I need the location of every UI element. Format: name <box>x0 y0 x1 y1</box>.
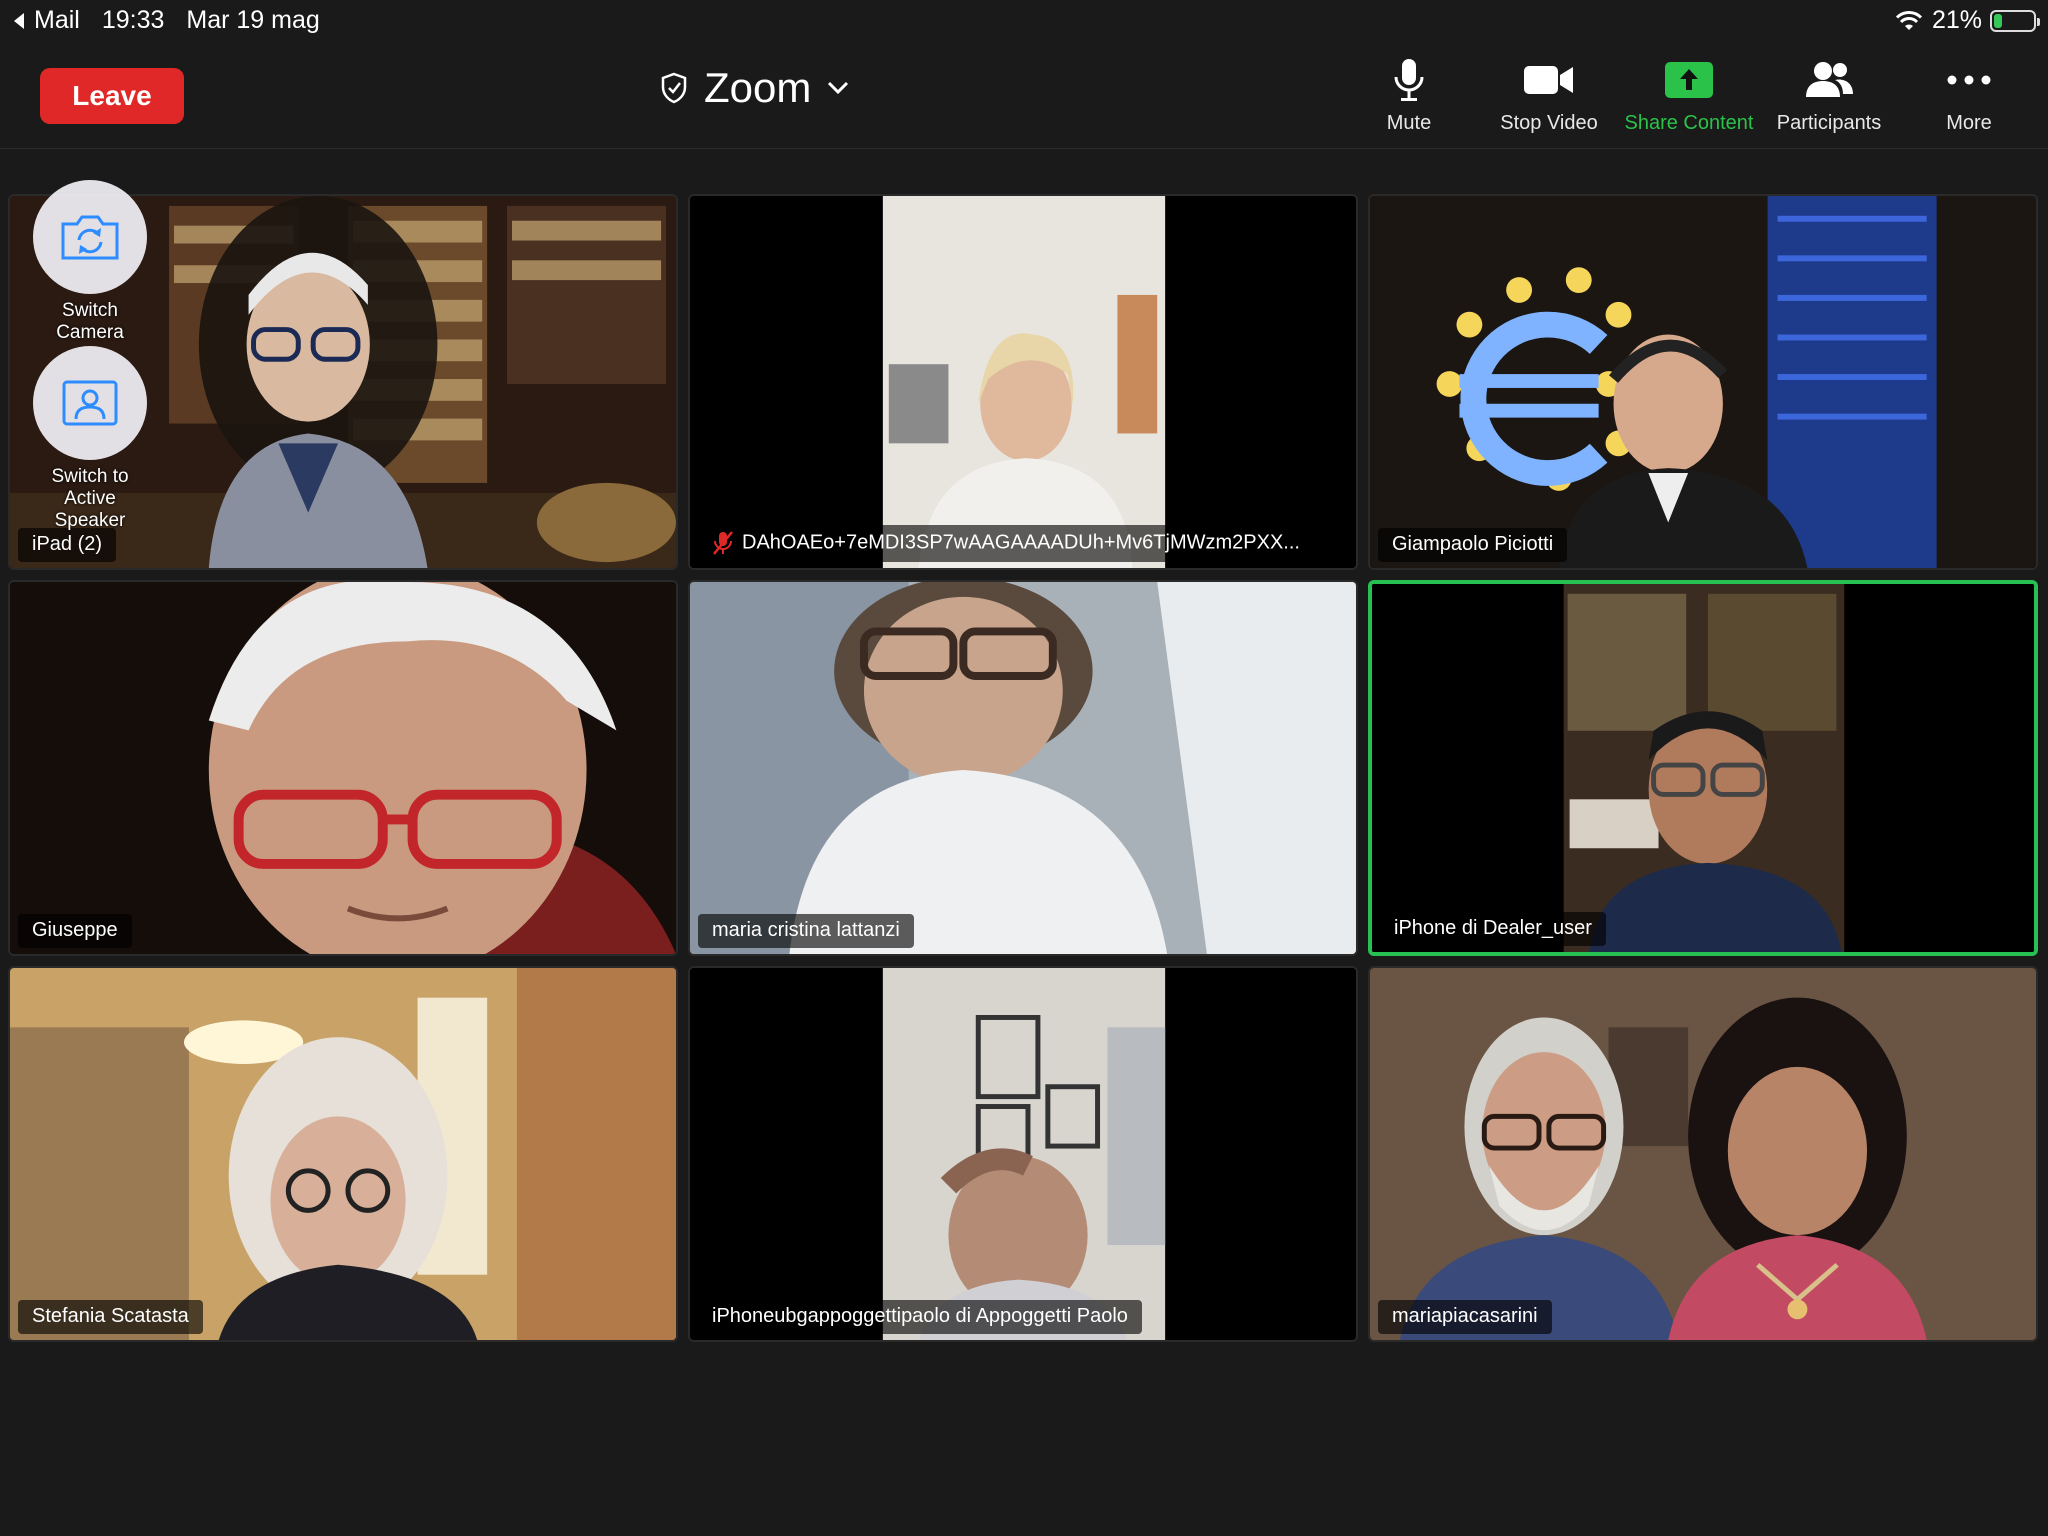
switch-camera-label: Switch Camera <box>56 300 124 343</box>
video-tile-active-speaker[interactable]: iPhone di Dealer_user <box>1368 580 2038 956</box>
back-app-label: Mail <box>34 6 80 34</box>
video-camera-icon <box>1524 66 1573 94</box>
chevron-down-icon <box>828 81 849 95</box>
battery-percent: 21% <box>1931 6 1982 34</box>
participant-video <box>10 968 676 1340</box>
wifi-icon <box>1895 10 1923 30</box>
shield-icon <box>661 72 687 104</box>
leave-button[interactable]: Leave <box>40 68 184 124</box>
participants-button[interactable]: Participants <box>1754 56 1904 135</box>
participant-name-tag: maria cristina lattanzi <box>698 914 914 948</box>
participant-video <box>690 968 1356 1340</box>
participant-video <box>10 582 676 954</box>
back-arrow-icon <box>14 12 24 29</box>
more-label: More <box>1946 112 1992 134</box>
participant-name-tag: iPhoneubgappoggettipaolo di Appoggetti P… <box>698 1300 1142 1334</box>
meeting-toolbar: Leave Zoom Mute Stop Video Share Content… <box>0 40 2048 149</box>
stop-video-button[interactable]: Stop Video <box>1474 56 1624 135</box>
video-tile[interactable]: maria cristina lattanzi <box>688 580 1358 956</box>
muted-microphone-icon <box>713 531 733 555</box>
switch-camera-icon <box>61 215 119 260</box>
status-time: 19:33 <box>101 6 165 34</box>
back-to-app-link[interactable]: Mail <box>12 6 80 35</box>
participant-video <box>690 196 1356 568</box>
video-tile[interactable]: Giuseppe <box>8 580 678 956</box>
status-date: Mar 19 mag <box>186 6 320 34</box>
share-arrow-icon <box>1665 62 1713 98</box>
participants-icon <box>1806 62 1853 97</box>
more-button[interactable]: More <box>1894 56 2044 135</box>
mute-label: Mute <box>1386 112 1432 134</box>
participant-name-tag: iPad (2) <box>18 528 117 562</box>
microphone-icon <box>1394 59 1424 101</box>
meeting-title: Zoom <box>704 64 812 111</box>
participant-video <box>1370 196 2036 568</box>
stop-video-label: Stop Video <box>1500 112 1598 134</box>
share-content-button[interactable]: Share Content <box>1614 56 1764 135</box>
meeting-title-dropdown[interactable]: Zoom <box>660 64 849 112</box>
participants-label: Participants <box>1776 112 1882 134</box>
video-tile[interactable]: mariapiacasarini <box>1368 966 2038 1342</box>
video-tile[interactable]: iPhoneubgappoggettipaolo di Appoggetti P… <box>688 966 1358 1342</box>
status-bar: Mail 19:33 Mar 19 mag 21% <box>0 0 2048 40</box>
video-tile[interactable]: DAhOAEo+7eMDI3SP7wAAGAAAADUh+Mv6TjMWzm2P… <box>688 194 1358 570</box>
participant-name: DAhOAEo+7eMDI3SP7wAAGAAAADUh+Mv6TjMWzm2P… <box>742 531 1300 554</box>
switch-to-active-speaker-button[interactable]: Switch to Active Speaker <box>32 346 148 532</box>
participant-video <box>1372 584 2034 952</box>
participant-name-tag: iPhone di Dealer_user <box>1380 912 1606 946</box>
participant-name-tag: Giuseppe <box>18 914 132 948</box>
video-tile[interactable]: Giampaolo Piciotti <box>1368 194 2038 570</box>
video-tile[interactable]: Stefania Scatasta <box>8 966 678 1342</box>
share-content-label: Share Content <box>1624 112 1754 134</box>
participant-name-tag: Giampaolo Piciotti <box>1378 528 1568 562</box>
more-dots-icon <box>1947 75 1991 85</box>
participant-video <box>1370 968 2036 1340</box>
participant-video <box>690 582 1356 954</box>
participant-name-tag: Stefania Scatasta <box>18 1300 203 1334</box>
switch-speaker-label-line1: Switch to <box>51 466 129 487</box>
battery-level-fill <box>1994 13 2002 28</box>
participant-name-tag: DAhOAEo+7eMDI3SP7wAAGAAAADUh+Mv6TjMWzm2P… <box>698 525 1314 562</box>
switch-speaker-label-line2: Active Speaker <box>54 488 126 531</box>
switch-camera-button[interactable]: Switch Camera <box>32 180 148 344</box>
active-speaker-icon <box>62 380 118 426</box>
battery-icon <box>1990 9 2040 32</box>
participant-name-tag: mariapiacasarini <box>1378 1300 1552 1334</box>
mute-button[interactable]: Mute <box>1334 56 1484 135</box>
